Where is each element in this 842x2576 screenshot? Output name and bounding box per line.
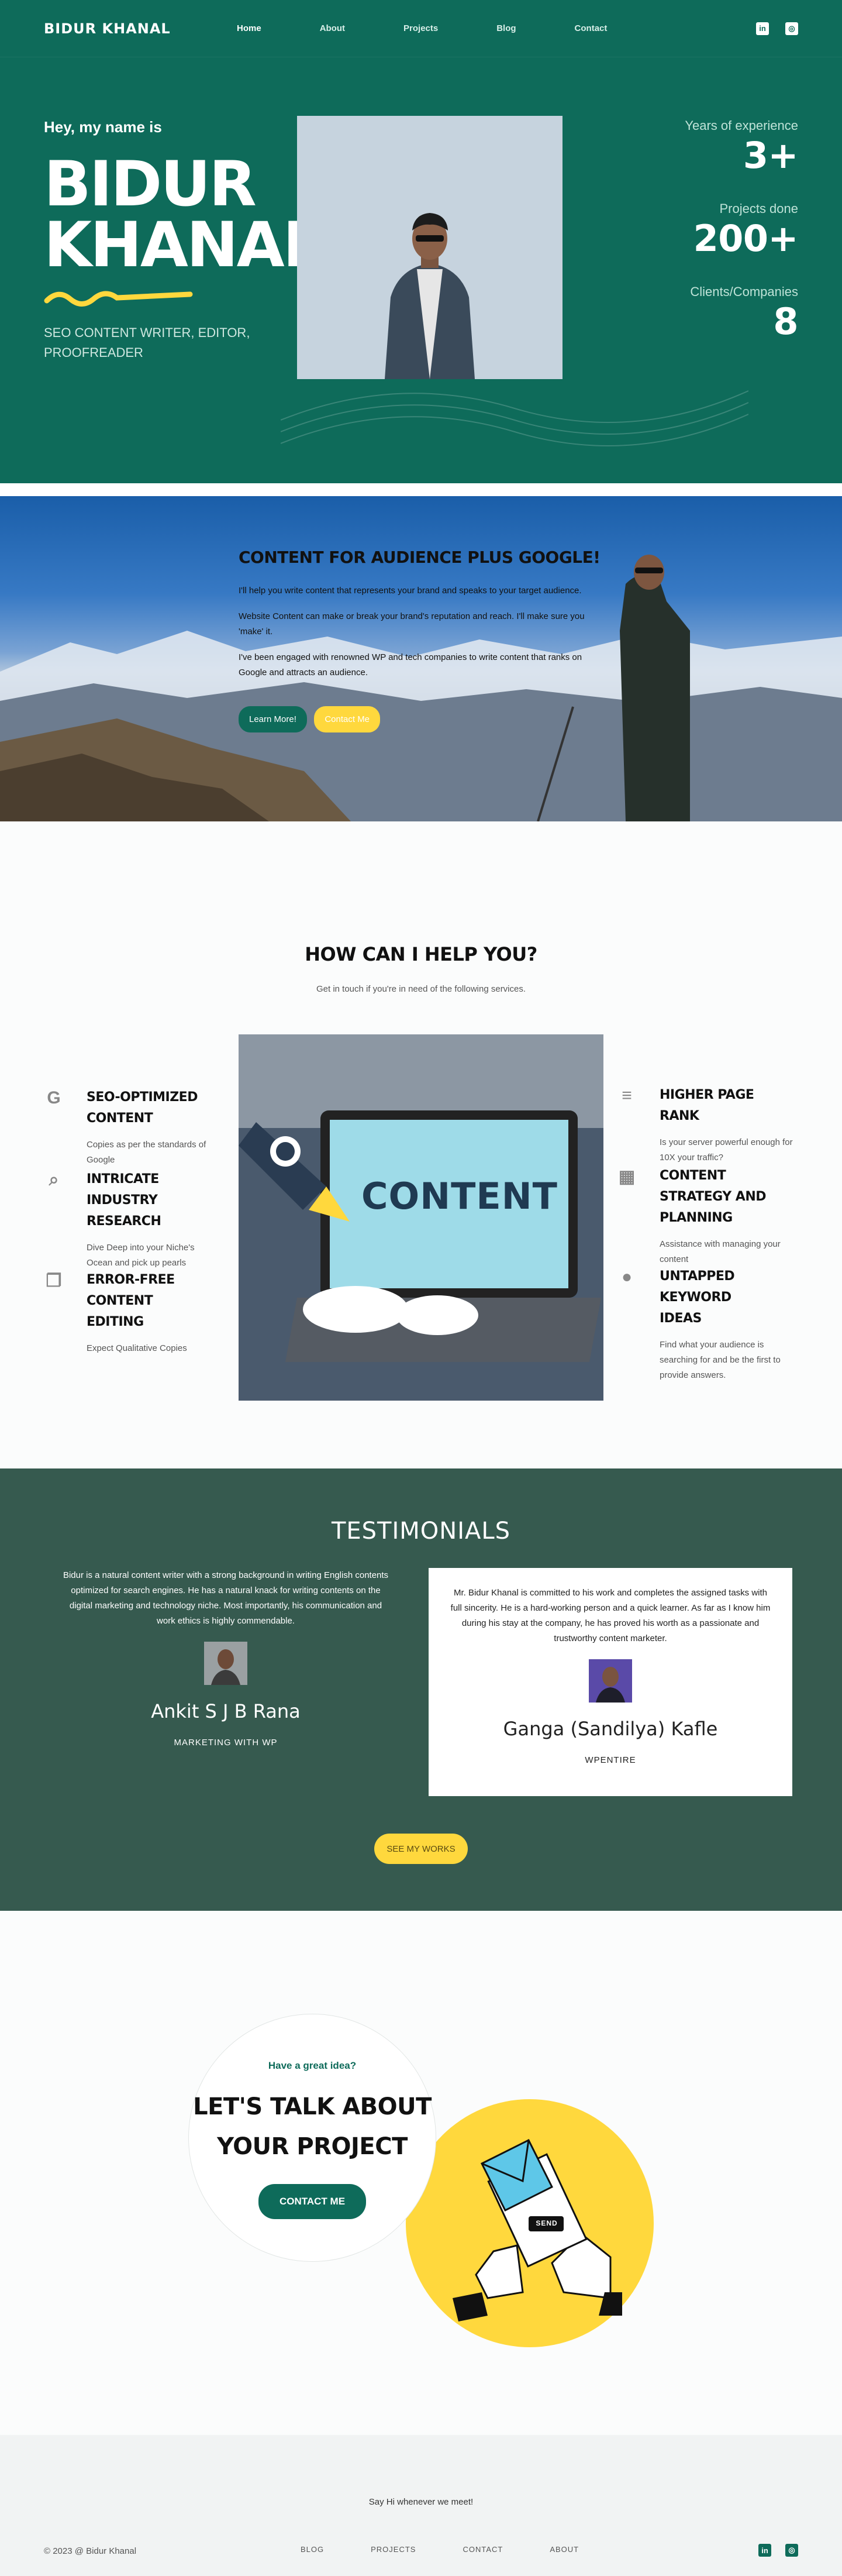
hero-greeting: Hey, my name is [44,118,162,136]
lightbulb-icon: ● [621,1267,633,1287]
service-title: HIGHER PAGE RANK [660,1088,754,1123]
service-title: SEO-OPTIMIZED CONTENT [87,1090,198,1126]
site-logo[interactable]: BIDUR KHANAL [44,20,237,37]
nav-home[interactable]: Home [237,23,261,33]
nav-about[interactable]: About [320,23,345,33]
services-heading: HOW CAN I HELP YOU? [305,943,537,965]
testimonial-card-2: Mr. Bidur Khanal is committed to his wor… [429,1568,792,1796]
service-title: CONTENT STRATEGY AND PLANNING [660,1168,767,1225]
nav-contact[interactable]: Contact [575,23,608,33]
hero-roles: SEO CONTENT WRITER, EDITOR, PROOFREADER [44,325,250,360]
testimonial-company: WPENTIRE [585,1755,636,1765]
learn-more-button[interactable]: Learn More! [239,706,307,732]
testimonial-company: MARKETING WITH WP [174,1738,278,1748]
content-laptop-image: CONTENT [239,1034,603,1401]
service-editing: ❐ ERROR-FREE CONTENT EDITING Expect Qual… [44,1270,202,1356]
service-desc: Find what your audience is searching for… [660,1340,781,1380]
stat-value-experience: 3+ [743,134,799,177]
service-desc: Dive Deep into your Niche's Ocean and pi… [87,1243,195,1268]
google-icon: G [47,1088,61,1108]
see-my-works-button[interactable]: SEE MY WORKS [374,1834,468,1864]
banner-paragraph-2: Website Content can make or break your b… [239,611,585,637]
talk-heading-line-1: LET'S TALK ABOUT [193,2093,432,2120]
search-icon: ⌕ [49,1170,59,1189]
service-desc: Expect Qualitative Copies [87,1343,187,1353]
hero-name-last: KHANAL [44,209,322,281]
instagram-icon[interactable]: ◎ [785,22,798,35]
stat-label-projects: Projects done [719,201,798,216]
instagram-icon[interactable]: ◎ [785,2544,798,2557]
yellow-swoosh [44,291,193,307]
footer-link-contact[interactable]: CONTACT [463,2545,503,2554]
top-navbar: BIDUR KHANAL Home About Projects Blog Co… [0,0,842,57]
main-menu: Home About Projects Blog Contact [237,23,665,33]
banner-heading: CONTENT FOR AUDIENCE PLUS GOOGLE! [239,548,601,567]
site-footer: Say Hi whenever we meet! © 2023 @ Bidur … [0,2435,842,2576]
banner-paragraph-1: I'll help you write content that represe… [239,586,582,596]
service-desc: Copies as per the standards of Google [87,1140,206,1165]
service-page-rank: ≡ HIGHER PAGE RANK Is your server powerf… [617,1085,792,1165]
avatar [589,1659,632,1703]
talk-tagline: Have a great idea? [268,2060,357,2071]
testimonial-card-1: Bidur is a natural content writer with a… [44,1568,408,1748]
service-title: UNTAPPED KEYWORD IDEAS [660,1269,735,1326]
contact-cta-section: SEND Have a great idea? LET'S TALK ABOUT… [0,1911,842,2435]
avatar [204,1642,247,1685]
testimonial-name: Ankit S J B Rana [151,1700,301,1722]
footer-link-blog[interactable]: BLOG [301,2545,324,2554]
calendar-icon: ▦ [618,1167,636,1186]
testimonial-text: Bidur is a natural content writer with a… [63,1570,389,1626]
stat-value-projects: 200+ [693,217,799,260]
service-title: INTRICATE INDUSTRY RESEARCH [87,1172,161,1229]
social-icons: in ◎ [756,22,798,35]
testimonials-section: TESTIMONIALS Bidur is a natural content … [0,1468,842,1911]
testimonial-name: Ganga (Sandilya) Kafle [503,1718,718,1740]
services-subheading: Get in touch if you're in need of the fo… [316,984,526,994]
service-title: ERROR-FREE CONTENT EDITING [87,1272,175,1329]
copyright-text: © 2023 @ Bidur Khanal [44,2546,137,2556]
service-strategy: ▦ CONTENT STRATEGY AND PLANNING Assistan… [617,1165,781,1267]
service-research: ⌕ INTRICATE INDUSTRY RESEARCH Dive Deep … [44,1169,202,1271]
footer-link-about[interactable]: ABOUT [550,2545,579,2554]
hero-section: Hey, my name is BIDUR KHANAL SEO CONTENT… [0,57,842,483]
stat-label-clients: Clients/Companies [690,284,798,299]
mail-illustration: SEND [406,2099,654,2347]
intro-banner: CONTENT FOR AUDIENCE PLUS GOOGLE! I'll h… [0,496,842,821]
banner-contact-button[interactable]: Contact Me [314,706,381,732]
talk-heading-line-2: YOUR PROJECT [217,2133,408,2160]
stat-value-clients: 8 [773,300,798,343]
banner-paragraph-3: I've been engaged with renowned WP and t… [239,652,582,677]
hero-name: BIDUR KHANAL [44,148,322,281]
testimonials-heading: TESTIMONIALS [331,1518,511,1545]
send-label: SEND [536,2219,558,2227]
profile-photo [297,116,563,379]
footer-link-projects[interactable]: PROJECTS [371,2545,416,2554]
nav-blog[interactable]: Blog [496,23,516,33]
service-desc: Is your server powerful enough for 10X y… [660,1137,793,1163]
content-image-word: CONTENT [361,1175,558,1218]
linkedin-icon[interactable]: in [758,2544,771,2557]
contact-me-button[interactable]: CONTACT ME [258,2184,367,2219]
nav-projects[interactable]: Projects [403,23,438,33]
service-seo: G SEO-OPTIMIZED CONTENT Copies as per th… [44,1087,206,1168]
testimonial-text: Mr. Bidur Khanal is committed to his wor… [450,1588,771,1643]
talk-card: Have a great idea? LET'S TALK ABOUT YOUR… [188,2014,436,2262]
footer-say-hi: Say Hi whenever we meet! [368,2497,474,2507]
stat-label-experience: Years of experience [685,118,798,133]
hero-name-first: BIDUR [44,148,257,220]
hero-stats: Years of experience 3+ Projects done 200… [588,118,798,367]
sort-icon: ≡ [622,1086,632,1105]
services-section: HOW CAN I HELP YOU? Get in touch if you'… [0,821,842,1468]
talk-heading: LET'S TALK ABOUT YOUR PROJECT [189,2087,436,2166]
footer-social-icons: in ◎ [758,2544,798,2557]
service-desc: Assistance with managing your content [660,1239,781,1264]
linkedin-icon[interactable]: in [756,22,769,35]
copy-icon: ❐ [46,1271,62,1291]
service-keywords: ● UNTAPPED KEYWORD IDEAS Find what your … [617,1266,781,1383]
footer-menu: BLOG PROJECTS CONTACT ABOUT [301,2545,626,2554]
